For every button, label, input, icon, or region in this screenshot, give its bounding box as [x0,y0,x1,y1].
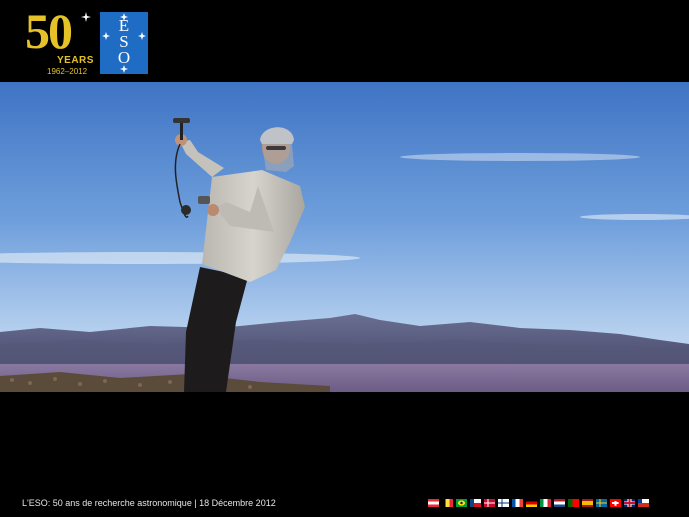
flag-united-kingdom-icon [624,499,635,507]
flag-denmark-icon [484,499,495,507]
flag-germany-icon [526,499,537,507]
flag-finland-icon [498,499,509,507]
photo-image [0,82,689,392]
anniversary-dates-label: 1962–2012 [47,67,88,76]
flag-belgium-icon [442,499,453,507]
flag-czech-republic-icon [470,499,481,507]
anniversary-number: 50 [25,3,73,59]
flag-brazil-icon [456,499,467,507]
eso-logo: E S O [100,12,148,74]
flag-chile-icon [638,499,649,507]
flag-switzerland-icon [610,499,621,507]
eso-50-years-logo: 50 YEARS 1962–2012 [25,6,97,76]
flag-austria-icon [428,499,439,507]
flag-italy-icon [540,499,551,507]
anniversary-years-label: YEARS [57,55,94,66]
eso-logo-text: E S O [117,16,131,67]
flag-spain-icon [582,499,593,507]
member-state-flags [428,499,649,508]
flag-france-icon [512,499,523,507]
photo-man-with-anemometer [0,82,689,392]
flag-sweden-icon [596,499,607,507]
star-icon [81,12,91,22]
flag-netherlands-icon [554,499,565,507]
header-bar: 50 YEARS 1962–2012 E S O [0,0,689,82]
flag-portugal-icon [568,499,579,507]
footer-caption: L'ESO: 50 ans de recherche astronomique … [22,498,276,508]
